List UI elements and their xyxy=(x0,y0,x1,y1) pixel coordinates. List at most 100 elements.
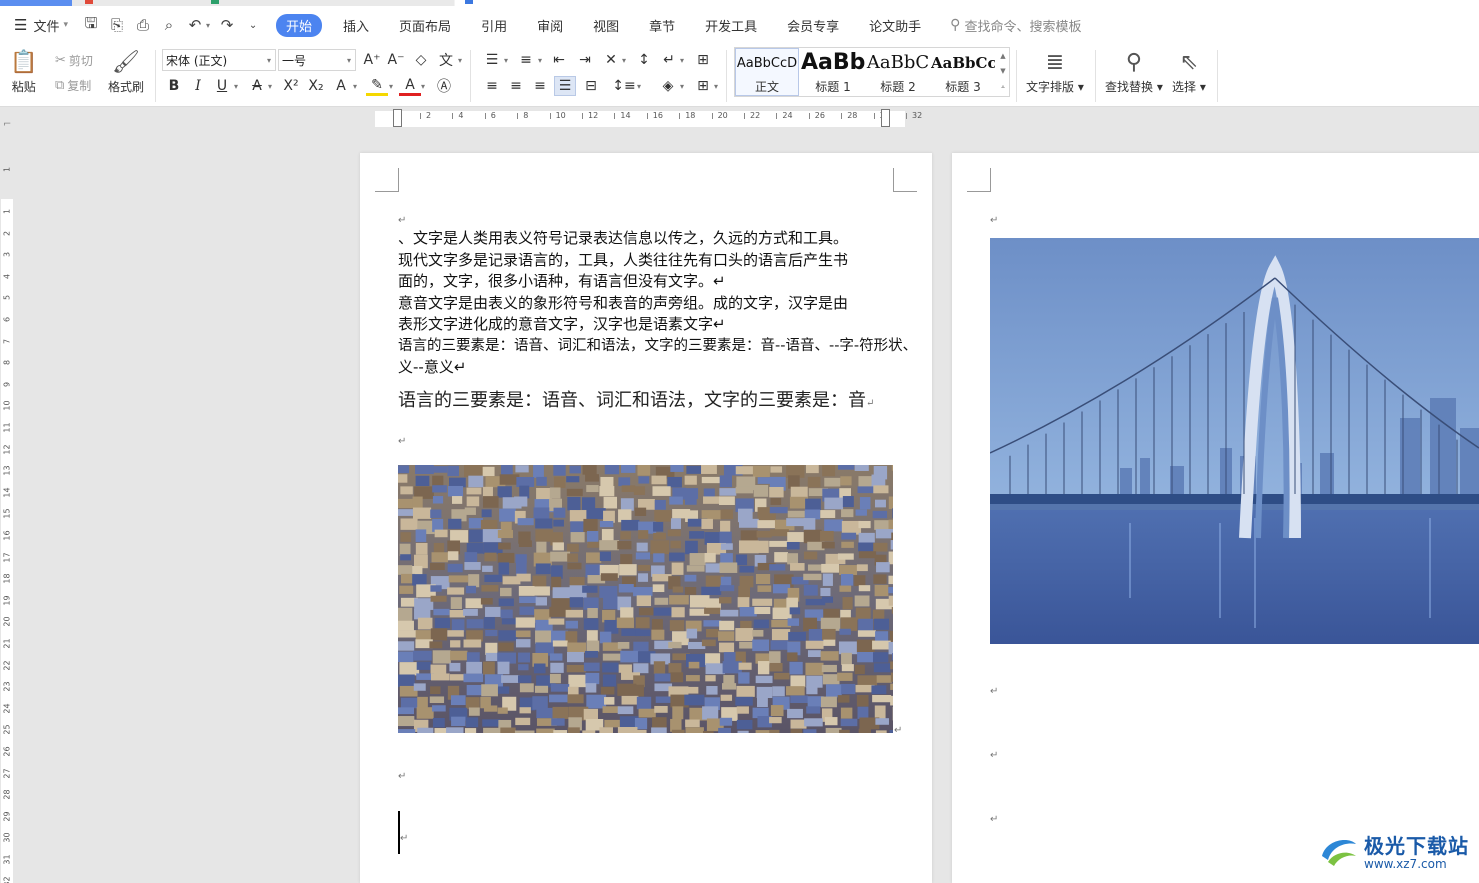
style-heading-3[interactable]: AaBbCcI 标题 3 xyxy=(931,48,995,96)
bullet-list-icon[interactable]: ☰ xyxy=(481,50,503,70)
shading-icon[interactable]: ◈ xyxy=(657,76,679,96)
format-painter-button[interactable]: 🖌 格式刷 xyxy=(108,48,144,95)
horizontal-ruler[interactable]: ⌐ 2468101214161820222426283032 xyxy=(0,107,1479,130)
chevron-down-icon[interactable]: ▾ xyxy=(458,56,462,65)
print-preview-icon[interactable]: ⌕ xyxy=(160,16,178,34)
chevron-down-icon[interactable]: ▾ xyxy=(234,82,238,91)
tab-review[interactable]: 审阅 xyxy=(522,16,578,35)
align-left-icon[interactable]: ≡ xyxy=(481,76,503,96)
shrink-font-icon[interactable]: A⁻ xyxy=(385,50,407,70)
tab-section[interactable]: 章节 xyxy=(634,16,690,35)
style-heading-2[interactable]: AaBbC 标题 2 xyxy=(866,48,930,96)
ruler-tick-label: 18 xyxy=(685,111,696,120)
line-spacing-icon[interactable]: ↕≡ xyxy=(612,76,635,96)
chevron-down-icon[interactable]: ▾ xyxy=(421,82,425,91)
paste-button[interactable]: 📋 粘贴 xyxy=(10,48,37,95)
tab-insert[interactable]: 插入 xyxy=(328,16,384,35)
body-text[interactable]: 、文字是人类用表义符号记录表达信息以传之，久远的方式和工具。 现代文字多是记录语… xyxy=(398,228,917,379)
style-heading-1[interactable]: AaBb 标题 1 xyxy=(801,48,865,96)
select-button[interactable]: ⇖ 选择 ▾ xyxy=(1172,48,1206,95)
text-layout-button[interactable]: ≣ 文字排版 ▾ xyxy=(1026,48,1084,95)
chevron-down-icon[interactable]: ▾ xyxy=(637,82,641,91)
ruler-tick-label: 17 xyxy=(2,552,12,563)
document-page-2[interactable]: ↵ ↵ ↵ ↵ xyxy=(952,153,1479,883)
chevron-down-icon[interactable]: ▾ xyxy=(389,82,393,91)
ruler-tick-label: 20 xyxy=(2,616,12,627)
chevron-down-icon[interactable]: ▾ xyxy=(680,82,684,91)
copy-button[interactable]: ⧉ 复制 xyxy=(55,77,91,94)
grow-font-icon[interactable]: A⁺ xyxy=(361,50,383,70)
style-normal[interactable]: AaBbCcD 正文 xyxy=(735,48,799,96)
strikethrough-icon[interactable]: A xyxy=(246,76,268,96)
serif-text-line[interactable]: 语言的三要素是：语音、词汇和语法，文字的三要素是：音↵ xyxy=(398,386,874,412)
increase-indent-icon[interactable]: ⇥ xyxy=(574,50,596,70)
undo-dropdown-icon[interactable]: ▾ xyxy=(206,21,210,30)
chevron-down-icon[interactable]: ▾ xyxy=(268,82,272,91)
tab-stops-icon[interactable]: ⊞ xyxy=(692,50,714,70)
tab-home[interactable]: 开始 xyxy=(276,13,323,37)
left-indent-marker[interactable] xyxy=(393,109,402,127)
chevron-down-icon[interactable]: ▾ xyxy=(504,56,508,65)
align-right-icon[interactable]: ≡ xyxy=(529,76,551,96)
save-icon[interactable]: 🖫 xyxy=(82,14,100,34)
tab-thesis-assistant[interactable]: 论文助手 xyxy=(854,16,936,35)
ruler-tick-mark xyxy=(906,113,907,119)
chevron-down-icon[interactable]: ▾ xyxy=(353,82,357,91)
command-search[interactable]: ⚲ 查找命令、搜索模板 xyxy=(950,16,1081,35)
styles-scroll[interactable]: ▲ ▼ ⩡ xyxy=(997,48,1009,96)
vertical-ruler[interactable]: 1 1 2 3 4 5 6 7 8 9 10 11 12 13 14 15 16 17 18 19 20 21 22 23 24… xyxy=(0,129,14,883)
expand-icon[interactable]: ⩡ xyxy=(1001,83,1005,92)
chinese-layout-icon[interactable]: ✕ xyxy=(600,50,622,70)
style-preview: AaBbCcD xyxy=(736,56,798,71)
ruler-tick-label: 18 xyxy=(2,573,12,584)
decrease-indent-icon[interactable]: ⇤ xyxy=(548,50,570,70)
right-indent-marker[interactable] xyxy=(881,109,890,127)
highlight-icon[interactable]: ✎ xyxy=(366,76,388,96)
numbered-list-icon[interactable]: ≡ xyxy=(515,50,537,70)
tab-view[interactable]: 视图 xyxy=(578,16,634,35)
chevron-up-icon[interactable]: ▲ xyxy=(1000,52,1005,60)
superscript-icon[interactable]: X² xyxy=(280,76,302,96)
document-page-1[interactable]: ↵ 、文字是人类用表义符号记录表达信息以传之，久远的方式和工具。 现代文字多是记… xyxy=(360,153,932,883)
text-effect-icon[interactable]: A xyxy=(330,76,352,96)
bridge-night-image[interactable] xyxy=(990,238,1479,644)
print-icon[interactable]: ⎙ xyxy=(134,16,152,34)
format-painter-label: 格式刷 xyxy=(108,80,145,94)
font-name-select[interactable]: 宋体 (正文) ▾ xyxy=(162,49,276,71)
city-rooftops-image[interactable] xyxy=(398,465,893,733)
redo-icon[interactable]: ↷ xyxy=(218,16,236,34)
borders-icon[interactable]: ⊞ xyxy=(692,76,714,96)
clear-format-icon[interactable]: ◇ xyxy=(410,50,432,70)
cut-button[interactable]: ✂ 剪切 xyxy=(55,52,93,69)
character-border-icon[interactable]: Ⓐ xyxy=(433,76,455,96)
phonetic-guide-icon[interactable]: 文 xyxy=(435,50,457,70)
chevron-down-icon[interactable]: ▼ xyxy=(1000,67,1005,75)
chevron-down-icon[interactable]: ▾ xyxy=(622,56,626,65)
tab-member[interactable]: 会员专享 xyxy=(772,16,854,35)
font-size-select[interactable]: 一号 ▾ xyxy=(278,49,356,71)
tab-page-layout[interactable]: 页面布局 xyxy=(384,16,466,35)
file-menu-button[interactable]: ☰ 文件 ▾ xyxy=(14,16,68,35)
export-pdf-icon[interactable]: ⎘ xyxy=(108,16,126,34)
chevron-down-icon[interactable]: ▾ xyxy=(714,82,718,91)
show-marks-icon[interactable]: ↵ xyxy=(658,50,680,70)
align-center-icon[interactable]: ≡ xyxy=(505,76,527,96)
undo-icon[interactable]: ↶ xyxy=(186,16,204,34)
sort-icon[interactable]: ↕ xyxy=(633,50,655,70)
underline-icon[interactable]: U xyxy=(211,76,233,96)
quick-access-toolbar: 🖫 ⎘ ⎙ ⌕ ↶ ▾ ↷ ⌄ xyxy=(82,14,262,35)
ribbon-separator xyxy=(1016,50,1017,102)
tab-developer[interactable]: 开发工具 xyxy=(690,16,772,35)
customize-chevron-icon[interactable]: ⌄ xyxy=(244,16,262,34)
chevron-down-icon[interactable]: ▾ xyxy=(538,56,542,65)
tab-references[interactable]: 引用 xyxy=(466,16,522,35)
subscript-icon[interactable]: X₂ xyxy=(305,76,327,96)
ruler-tick-label: 31 xyxy=(2,854,12,865)
find-replace-button[interactable]: ⚲ 查找替换 ▾ xyxy=(1105,48,1163,95)
justify-icon[interactable]: ☰ xyxy=(554,76,576,96)
font-color-icon[interactable]: A xyxy=(399,76,421,96)
italic-icon[interactable]: I xyxy=(187,76,209,96)
chevron-down-icon[interactable]: ▾ xyxy=(680,56,684,65)
distributed-align-icon[interactable]: ⊟ xyxy=(580,76,602,96)
bold-icon[interactable]: B xyxy=(163,76,185,96)
